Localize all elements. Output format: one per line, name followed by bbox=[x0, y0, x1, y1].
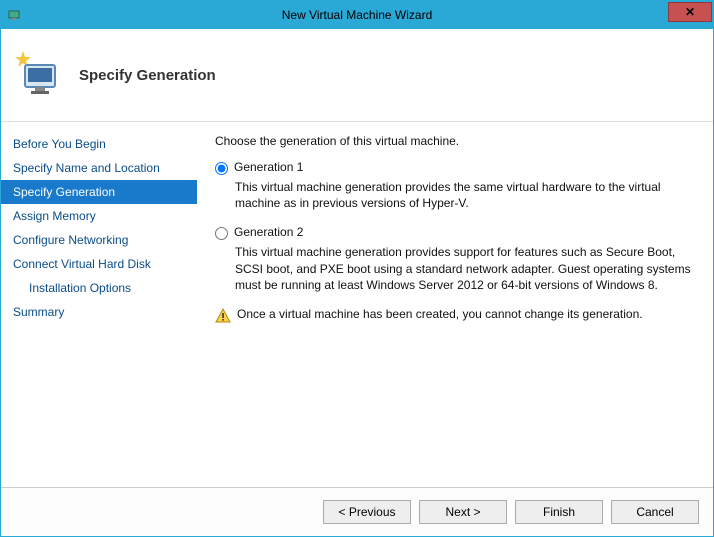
gen1-label: Generation 1 bbox=[234, 160, 303, 174]
warning-icon bbox=[215, 308, 231, 324]
gen2-label: Generation 2 bbox=[234, 225, 303, 239]
step-installation-options[interactable]: Installation Options bbox=[1, 276, 197, 300]
step-assign-memory[interactable]: Assign Memory bbox=[1, 204, 197, 228]
step-summary[interactable]: Summary bbox=[1, 300, 197, 324]
wizard-icon bbox=[11, 47, 67, 103]
step-specify-generation[interactable]: Specify Generation bbox=[1, 180, 197, 204]
next-button[interactable]: Next > bbox=[419, 500, 507, 524]
step-specify-name-location[interactable]: Specify Name and Location bbox=[1, 156, 197, 180]
gen1-description: This virtual machine generation provides… bbox=[235, 179, 697, 211]
warning-text: Once a virtual machine has been created,… bbox=[237, 307, 643, 321]
window-title: New Virtual Machine Wizard bbox=[1, 8, 713, 22]
cancel-button[interactable]: Cancel bbox=[611, 500, 699, 524]
page-heading: Specify Generation bbox=[79, 67, 216, 84]
wizard-window: New Virtual Machine Wizard ✕ Specify Gen… bbox=[0, 0, 714, 537]
step-configure-networking[interactable]: Configure Networking bbox=[1, 228, 197, 252]
finish-button[interactable]: Finish bbox=[515, 500, 603, 524]
gen2-description: This virtual machine generation provides… bbox=[235, 244, 697, 293]
wizard-footer: < Previous Next > Finish Cancel bbox=[1, 487, 713, 536]
step-sidebar: Before You Begin Specify Name and Locati… bbox=[1, 122, 197, 487]
previous-button[interactable]: < Previous bbox=[323, 500, 411, 524]
step-connect-vhd[interactable]: Connect Virtual Hard Disk bbox=[1, 252, 197, 276]
gen1-option[interactable]: Generation 1 bbox=[215, 160, 697, 175]
step-before-you-begin[interactable]: Before You Begin bbox=[1, 132, 197, 156]
content-pane: Choose the generation of this virtual ma… bbox=[197, 122, 713, 487]
titlebar: New Virtual Machine Wizard ✕ bbox=[1, 1, 713, 29]
gen2-option[interactable]: Generation 2 bbox=[215, 225, 697, 240]
wizard-header: Specify Generation bbox=[1, 29, 713, 122]
instruction-text: Choose the generation of this virtual ma… bbox=[215, 134, 697, 148]
wizard-body: Before You Begin Specify Name and Locati… bbox=[1, 122, 713, 487]
gen2-radio[interactable] bbox=[215, 227, 228, 240]
gen1-radio[interactable] bbox=[215, 162, 228, 175]
warning-row: Once a virtual machine has been created,… bbox=[215, 307, 697, 324]
